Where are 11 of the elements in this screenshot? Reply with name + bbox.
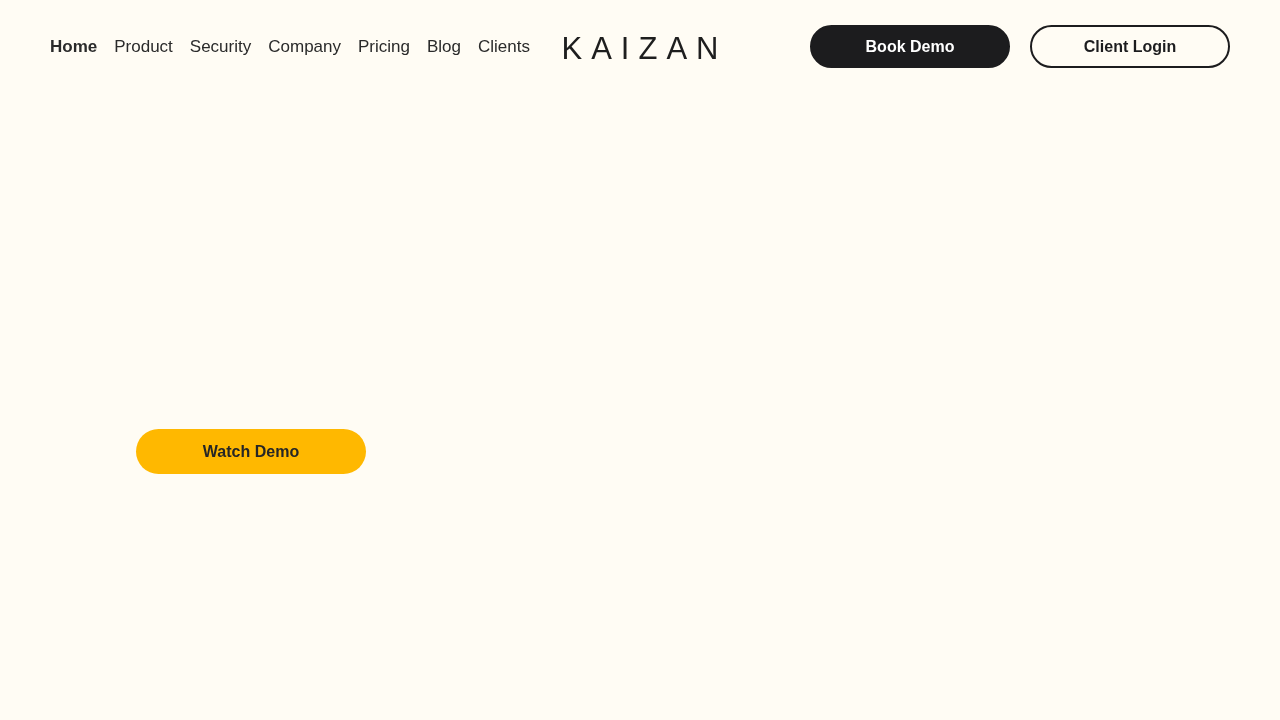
nav-link[interactable]: Security — [189, 36, 252, 57]
nav-link[interactable]: Product — [114, 36, 173, 57]
logo[interactable]: KAIZAN — [561, 29, 728, 64]
nav-link[interactable]: Clients — [478, 36, 530, 57]
nav-link[interactable]: Blog — [427, 36, 461, 57]
client-login-button[interactable]: Client Login — [1030, 25, 1230, 68]
nav-link[interactable]: Company — [268, 36, 341, 57]
watch-demo-button[interactable]: Watch Demo — [136, 429, 366, 474]
nav-link[interactable]: Home — [50, 36, 98, 57]
nav-link[interactable]: Pricing — [358, 36, 410, 57]
book-demo-button[interactable]: Book Demo — [810, 25, 1010, 68]
